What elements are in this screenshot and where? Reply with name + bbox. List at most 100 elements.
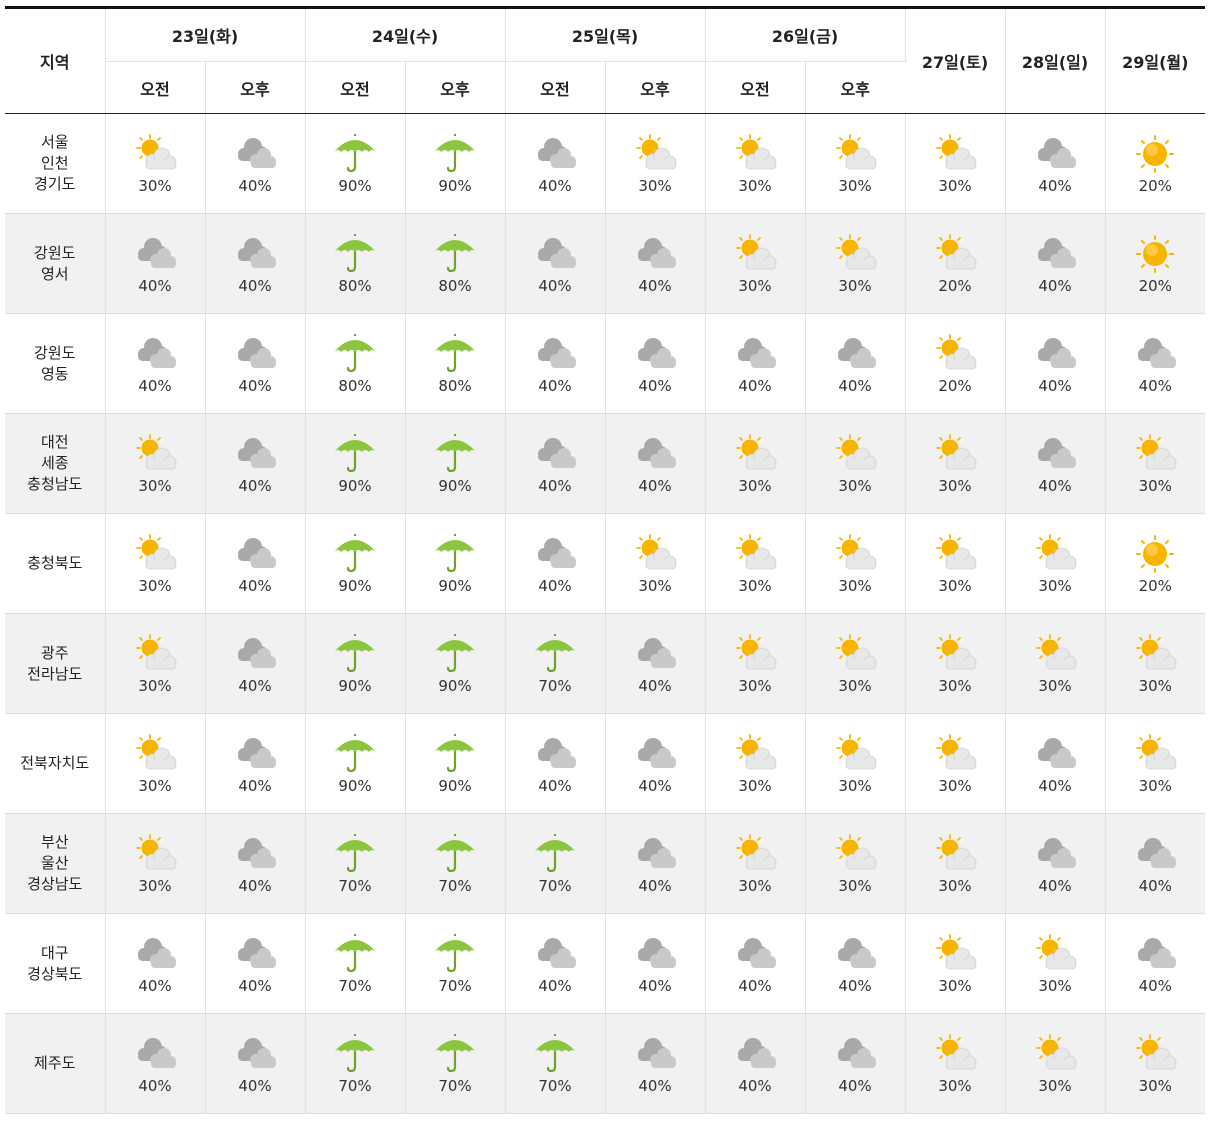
precipitation-chance: 40% [638,1077,672,1095]
precipitation-chance: 30% [838,777,872,795]
region-name-line: 강원도 [34,343,76,362]
precipitation-chance: 40% [538,377,572,395]
forecast-cell: 40% [1005,813,1106,914]
forecast-cell: 30% [105,113,206,214]
precipitation-chance: 70% [338,877,372,895]
precipitation-chance: 30% [138,777,172,795]
precipitation-chance: 40% [738,1077,772,1095]
precipitation-chance: 30% [838,677,872,695]
rain-umbrella-icon [531,834,579,874]
forecast-cell: 20% [905,313,1006,414]
forecast-cell: 30% [905,513,1006,614]
partly-cloudy-icon [131,534,179,574]
forecast-cell: 70% [405,913,506,1014]
precipitation-chance: 40% [638,277,672,295]
cloudy-icon [131,234,179,274]
forecast-cell: 40% [105,1013,206,1114]
day-header: 25일(목) [505,6,706,62]
region-name-line: 충청북도 [27,554,83,572]
partly-cloudy-icon [931,834,979,874]
precipitation-chance: 30% [138,877,172,895]
partly-cloudy-icon [731,834,779,874]
cloudy-icon [531,334,579,374]
rain-umbrella-icon [331,134,379,174]
precipitation-chance: 40% [238,177,272,195]
precipitation-chance: 40% [238,277,272,295]
region-name-line: 대전 [40,433,69,451]
cloudy-icon [231,334,279,374]
forecast-cell: 20% [905,213,1006,314]
partly-cloudy-icon [1131,634,1179,674]
forecast-cell: 40% [605,613,706,714]
forecast-cell: 30% [105,513,206,614]
cloudy-icon [831,334,879,374]
table-row: 충청북도 30% 40% 90% 90% 40% 30% 30% 30% 30% 30% 20% [5,513,1205,614]
precipitation-chance: 40% [238,777,272,795]
rain-umbrella-icon [431,434,479,474]
region-name: 대전 세종 충청남도 [5,413,106,514]
region-name-line: 충청남도 [27,475,83,493]
partly-cloudy-icon [831,534,879,574]
precipitation-chance: 90% [438,677,472,695]
cloudy-icon [1031,434,1079,474]
region-name-line: 영서 [40,264,69,283]
forecast-cell: 40% [205,513,306,614]
precipitation-chance: 40% [238,877,272,895]
forecast-cell: 30% [1105,413,1205,514]
forecast-cell: 80% [305,313,406,414]
precipitation-chance: 40% [1038,877,1072,895]
cloudy-icon [1031,134,1079,174]
cloudy-icon [1031,234,1079,274]
forecast-cell: 90% [305,113,406,214]
partly-cloudy-icon [731,534,779,574]
forecast-cell: 30% [905,613,1006,714]
partly-cloudy-icon [731,734,779,774]
precipitation-chance: 70% [538,877,572,895]
precipitation-chance: 30% [938,677,972,695]
region-name-line: 강원도 [34,243,76,262]
forecast-cell: 70% [305,813,406,914]
precipitation-chance: 30% [1038,677,1072,695]
rain-umbrella-icon [331,234,379,274]
precipitation-chance: 30% [738,177,772,195]
forecast-cell: 40% [505,113,606,214]
cloudy-icon [631,634,679,674]
precipitation-chance: 40% [1138,377,1172,395]
precipitation-chance: 90% [438,777,472,795]
forecast-cell: 30% [705,613,806,714]
cloudy-icon [531,934,579,974]
partly-cloudy-icon [131,834,179,874]
precipitation-chance: 40% [1138,977,1172,995]
cloudy-icon [131,934,179,974]
precipitation-chance: 40% [1138,877,1172,895]
forecast-cell: 90% [305,613,406,714]
cloudy-icon [631,834,679,874]
partly-cloudy-icon [931,134,979,174]
rain-umbrella-icon [531,634,579,674]
region-name: 충청북도 [5,513,106,614]
rain-umbrella-icon [431,634,479,674]
forecast-cell: 40% [705,313,806,414]
pm-header: 오후 [205,61,306,114]
precipitation-chance: 90% [338,777,372,795]
region-name: 강원도영서 [5,213,106,314]
forecast-cell: 20% [1105,213,1205,314]
cloudy-icon [231,634,279,674]
cloudy-icon [631,734,679,774]
forecast-cell: 90% [405,413,506,514]
region-name: 광주 전라남도 [5,613,106,714]
rain-umbrella-icon [431,934,479,974]
precipitation-chance: 90% [438,177,472,195]
partly-cloudy-icon [931,334,979,374]
table-row: 대전 세종 충청남도 30% 40% 90% 90% 40% 40% 30% 30% 30% 40% 30… [5,413,1205,514]
sunny-icon [1131,134,1179,174]
forecast-cell: 30% [805,613,906,714]
precipitation-chance: 30% [838,177,872,195]
forecast-cell: 30% [105,713,206,814]
cloudy-icon [731,1034,779,1074]
rain-umbrella-icon [431,334,479,374]
precipitation-chance: 40% [638,377,672,395]
forecast-cell: 40% [705,1013,806,1114]
rain-umbrella-icon [331,834,379,874]
precipitation-chance: 20% [938,377,972,395]
